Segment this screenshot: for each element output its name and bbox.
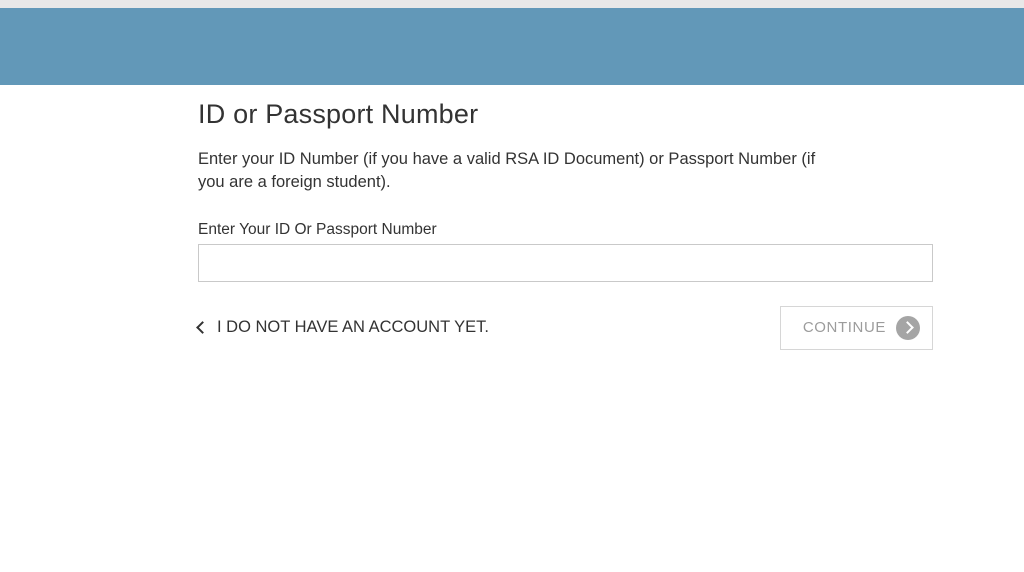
arrow-right-circle-icon: [896, 316, 920, 340]
continue-button[interactable]: CONTINUE: [780, 306, 933, 350]
id-passport-input[interactable]: [198, 244, 933, 282]
id-passport-label: Enter Your ID Or Passport Number: [198, 221, 843, 239]
continue-label: CONTINUE: [803, 319, 886, 336]
browser-top-bar: [0, 0, 1024, 8]
chevron-left-icon: [196, 321, 209, 334]
main-content: ID or Passport Number Enter your ID Numb…: [0, 85, 933, 350]
instructions-text: Enter your ID Number (if you have a vali…: [198, 148, 843, 195]
no-account-label: I DO NOT HAVE AN ACCOUNT YET.: [217, 318, 489, 337]
no-account-link[interactable]: I DO NOT HAVE AN ACCOUNT YET.: [198, 318, 489, 337]
header-banner: [0, 8, 1024, 85]
bottom-row: I DO NOT HAVE AN ACCOUNT YET. CONTINUE: [198, 306, 933, 350]
page-title: ID or Passport Number: [198, 99, 843, 130]
